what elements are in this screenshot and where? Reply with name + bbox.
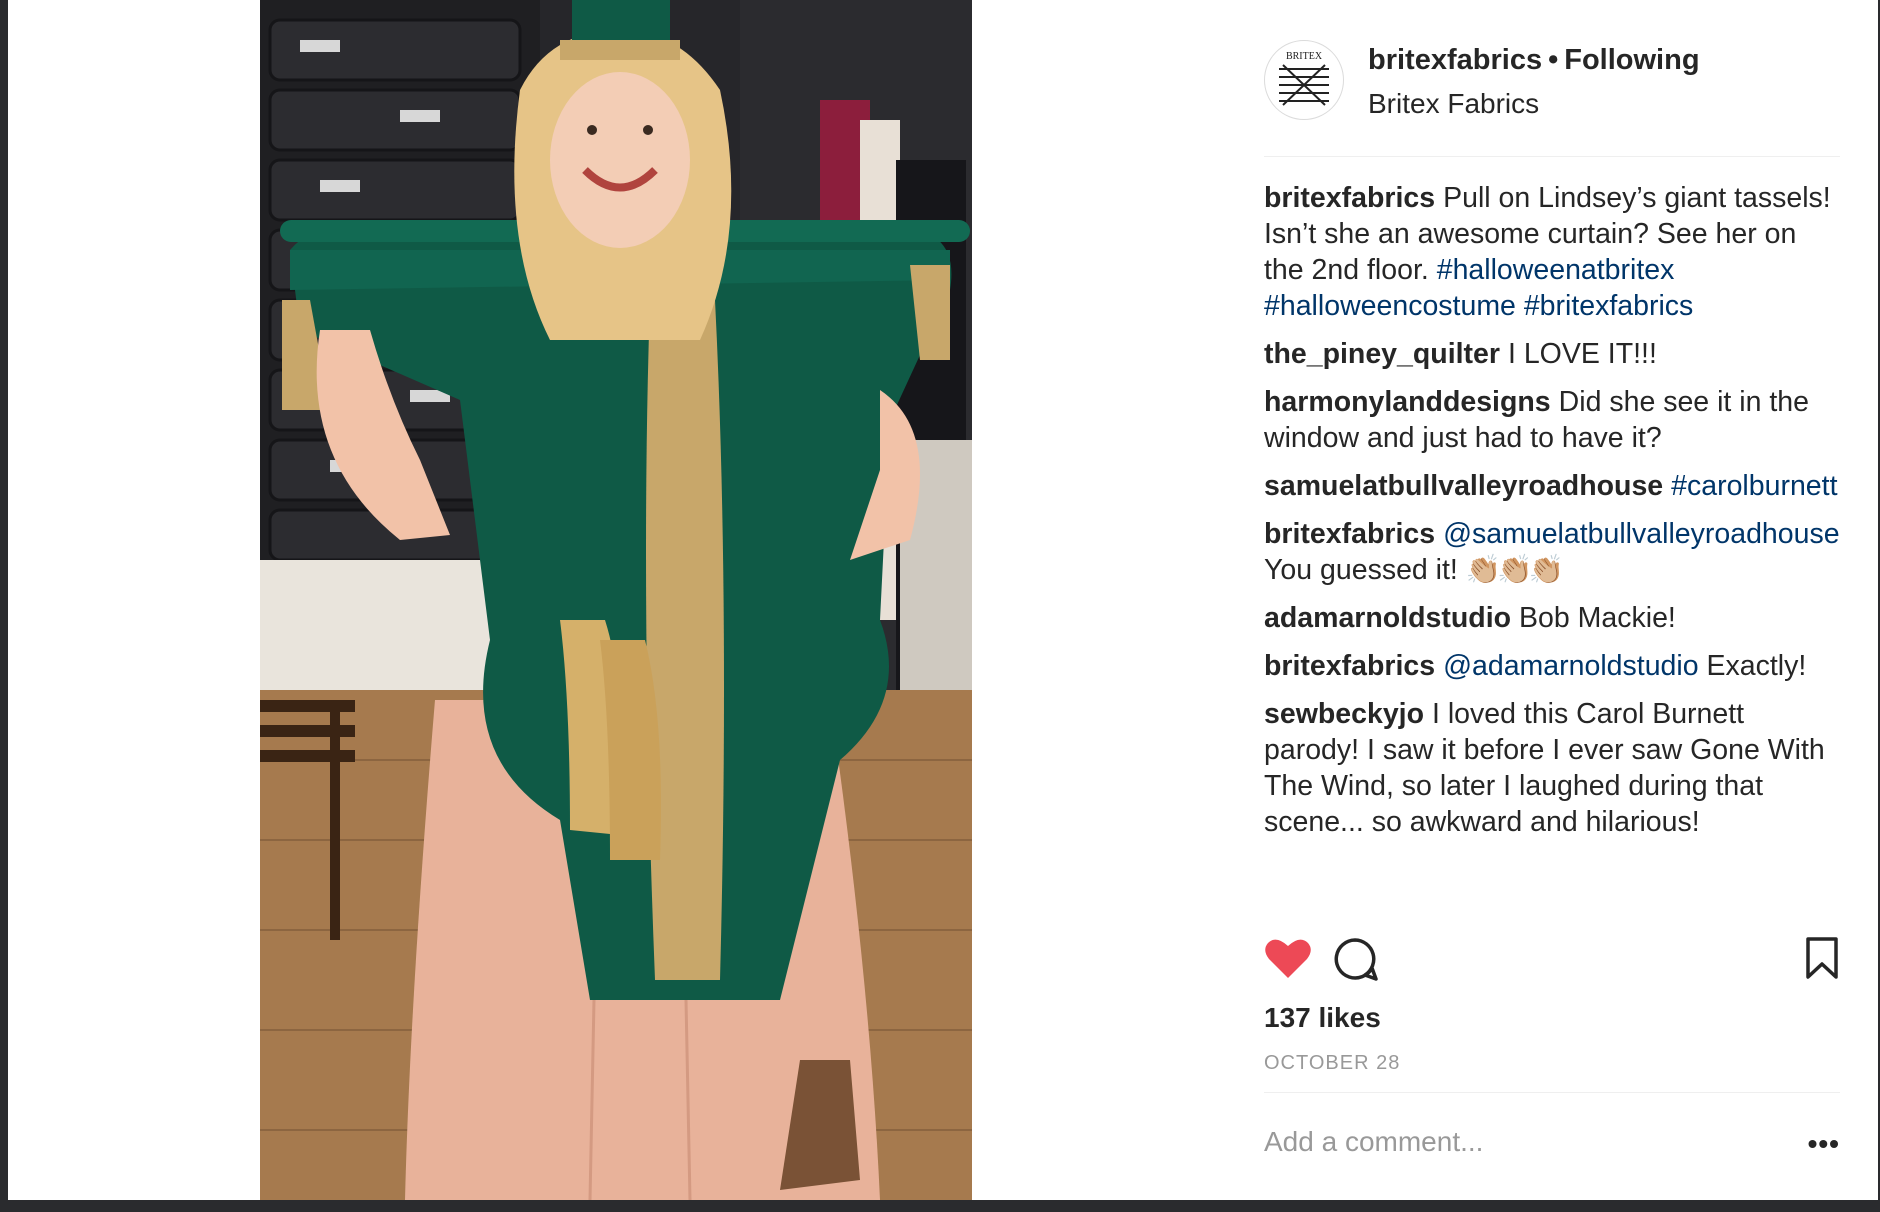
comment-username[interactable]: harmonylanddesigns xyxy=(1264,386,1551,418)
post-date[interactable]: OCTOBER 28 xyxy=(1264,1052,1400,1075)
comment-item: sewbeckyjo I loved this Carol Burnett par… xyxy=(1264,696,1840,840)
comment-item: britexfabrics @adamarnoldstudio Exactly! xyxy=(1264,648,1840,684)
following-button[interactable]: Following xyxy=(1564,44,1699,76)
comment-text: I LOVE IT!!! xyxy=(1507,338,1657,370)
header-divider xyxy=(1264,156,1840,157)
britex-logo-icon: BRITEX xyxy=(1279,51,1329,106)
add-comment-input[interactable]: Add a comment... xyxy=(1264,1126,1764,1158)
comment-username[interactable]: adamarnoldstudio xyxy=(1264,602,1511,634)
comment-hashtag[interactable]: #carolburnett xyxy=(1671,470,1837,502)
svg-text:BRITEX: BRITEX xyxy=(1286,51,1323,62)
footer-divider xyxy=(1264,1092,1840,1093)
comment-username[interactable]: britexfabrics xyxy=(1264,182,1435,214)
separator-dot: • xyxy=(1548,44,1559,76)
comment-mention[interactable]: @samuelatbullvalleyroadhouse xyxy=(1443,518,1840,550)
comment-username[interactable]: britexfabrics xyxy=(1264,518,1435,550)
photo-illustration xyxy=(260,0,972,1200)
bookmark-icon[interactable] xyxy=(1804,936,1840,985)
comment-username[interactable]: the_piney_quilter xyxy=(1264,338,1500,370)
post-sidebar: BRITEX britexfabrics • Following Britex Fa… xyxy=(1264,0,1840,1200)
comment-item: the_piney_quilter I LOVE IT!!! xyxy=(1264,336,1840,372)
ellipsis-icon[interactable]: ••• xyxy=(1808,1128,1840,1160)
comment-username[interactable]: britexfabrics xyxy=(1264,650,1435,682)
post-card: BRITEX britexfabrics • Following Britex Fa… xyxy=(8,0,1878,1200)
comments-list[interactable]: britexfabrics Pull on Lindsey’s giant tas… xyxy=(1264,180,1840,916)
post-photo[interactable] xyxy=(260,0,972,1200)
comment-text: You guessed it! xyxy=(1264,554,1458,586)
action-bar xyxy=(1264,936,1840,986)
comment-item: harmonylanddesigns Did she see it in the … xyxy=(1264,384,1840,456)
comment-text: Exactly! xyxy=(1706,650,1807,682)
post-author-line: britexfabrics • Following xyxy=(1368,44,1700,77)
comment-bubble-icon[interactable] xyxy=(1332,936,1378,987)
caption: britexfabrics Pull on Lindsey’s giant tas… xyxy=(1264,180,1840,324)
comment-item: samuelatbullvalleyroadhouse #carolburnett xyxy=(1264,468,1840,504)
avatar[interactable]: BRITEX xyxy=(1264,40,1344,120)
clapping-hands-emoji: 👏🏼👏🏼👏🏼 xyxy=(1465,554,1564,586)
post-author-username[interactable]: britexfabrics xyxy=(1368,44,1542,76)
likes-count[interactable]: 137 likes xyxy=(1264,1002,1381,1034)
post-header: BRITEX britexfabrics • Following Britex Fa… xyxy=(1264,40,1840,120)
comment-text: Bob Mackie! xyxy=(1519,602,1676,634)
comment-item: adamarnoldstudio Bob Mackie! xyxy=(1264,600,1840,636)
comment-username[interactable]: sewbeckyjo xyxy=(1264,698,1424,730)
heart-icon[interactable] xyxy=(1264,936,1312,985)
comment-mention[interactable]: @adamarnoldstudio xyxy=(1443,650,1699,682)
comment-username[interactable]: samuelatbullvalleyroadhouse xyxy=(1264,470,1663,502)
comment-item: britexfabrics @samuelatbullvalleyroadhous… xyxy=(1264,516,1840,588)
post-location[interactable]: Britex Fabrics xyxy=(1368,88,1539,120)
